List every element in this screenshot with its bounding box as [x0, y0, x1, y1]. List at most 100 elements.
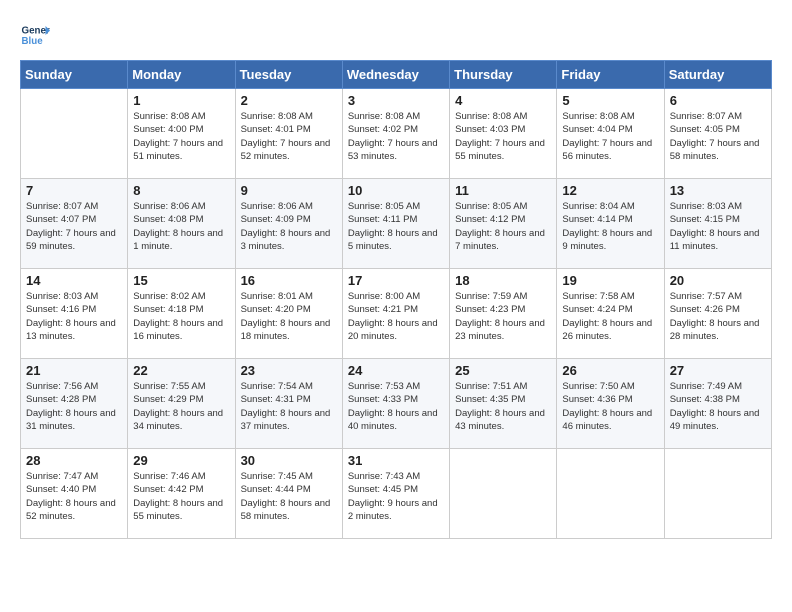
day-number: 12: [562, 183, 658, 198]
day-number: 7: [26, 183, 122, 198]
day-number: 25: [455, 363, 551, 378]
week-row-1: 1 Sunrise: 8:08 AM Sunset: 4:00 PM Dayli…: [21, 89, 772, 179]
day-number: 10: [348, 183, 444, 198]
day-cell: 2 Sunrise: 8:08 AM Sunset: 4:01 PM Dayli…: [235, 89, 342, 179]
day-number: 14: [26, 273, 122, 288]
day-cell: [21, 89, 128, 179]
day-cell: 19 Sunrise: 7:58 AM Sunset: 4:24 PM Dayl…: [557, 269, 664, 359]
logo-icon: General Blue: [20, 20, 50, 50]
day-info: Sunrise: 7:58 AM Sunset: 4:24 PM Dayligh…: [562, 290, 658, 343]
day-cell: 25 Sunrise: 7:51 AM Sunset: 4:35 PM Dayl…: [450, 359, 557, 449]
day-number: 13: [670, 183, 766, 198]
day-cell: 23 Sunrise: 7:54 AM Sunset: 4:31 PM Dayl…: [235, 359, 342, 449]
day-cell: 7 Sunrise: 8:07 AM Sunset: 4:07 PM Dayli…: [21, 179, 128, 269]
day-info: Sunrise: 7:49 AM Sunset: 4:38 PM Dayligh…: [670, 380, 766, 433]
day-cell: 30 Sunrise: 7:45 AM Sunset: 4:44 PM Dayl…: [235, 449, 342, 539]
day-cell: 8 Sunrise: 8:06 AM Sunset: 4:08 PM Dayli…: [128, 179, 235, 269]
day-number: 29: [133, 453, 229, 468]
column-header-wednesday: Wednesday: [342, 61, 449, 89]
day-info: Sunrise: 8:01 AM Sunset: 4:20 PM Dayligh…: [241, 290, 337, 343]
column-header-monday: Monday: [128, 61, 235, 89]
day-number: 19: [562, 273, 658, 288]
day-info: Sunrise: 8:08 AM Sunset: 4:04 PM Dayligh…: [562, 110, 658, 163]
day-info: Sunrise: 8:05 AM Sunset: 4:12 PM Dayligh…: [455, 200, 551, 253]
logo: General Blue: [20, 20, 50, 50]
day-info: Sunrise: 8:07 AM Sunset: 4:07 PM Dayligh…: [26, 200, 122, 253]
day-number: 30: [241, 453, 337, 468]
day-number: 3: [348, 93, 444, 108]
day-info: Sunrise: 8:00 AM Sunset: 4:21 PM Dayligh…: [348, 290, 444, 343]
day-cell: 17 Sunrise: 8:00 AM Sunset: 4:21 PM Dayl…: [342, 269, 449, 359]
day-cell: [557, 449, 664, 539]
column-header-friday: Friday: [557, 61, 664, 89]
day-cell: [664, 449, 771, 539]
day-cell: 13 Sunrise: 8:03 AM Sunset: 4:15 PM Dayl…: [664, 179, 771, 269]
day-number: 24: [348, 363, 444, 378]
day-number: 5: [562, 93, 658, 108]
day-info: Sunrise: 8:08 AM Sunset: 4:03 PM Dayligh…: [455, 110, 551, 163]
day-cell: 21 Sunrise: 7:56 AM Sunset: 4:28 PM Dayl…: [21, 359, 128, 449]
day-cell: 26 Sunrise: 7:50 AM Sunset: 4:36 PM Dayl…: [557, 359, 664, 449]
day-number: 8: [133, 183, 229, 198]
day-cell: [450, 449, 557, 539]
day-number: 27: [670, 363, 766, 378]
day-number: 2: [241, 93, 337, 108]
day-info: Sunrise: 8:08 AM Sunset: 4:01 PM Dayligh…: [241, 110, 337, 163]
day-cell: 6 Sunrise: 8:07 AM Sunset: 4:05 PM Dayli…: [664, 89, 771, 179]
column-header-sunday: Sunday: [21, 61, 128, 89]
day-info: Sunrise: 7:47 AM Sunset: 4:40 PM Dayligh…: [26, 470, 122, 523]
day-cell: 15 Sunrise: 8:02 AM Sunset: 4:18 PM Dayl…: [128, 269, 235, 359]
day-number: 28: [26, 453, 122, 468]
header-row: SundayMondayTuesdayWednesdayThursdayFrid…: [21, 61, 772, 89]
day-info: Sunrise: 8:03 AM Sunset: 4:15 PM Dayligh…: [670, 200, 766, 253]
day-info: Sunrise: 7:55 AM Sunset: 4:29 PM Dayligh…: [133, 380, 229, 433]
day-info: Sunrise: 8:04 AM Sunset: 4:14 PM Dayligh…: [562, 200, 658, 253]
day-cell: 14 Sunrise: 8:03 AM Sunset: 4:16 PM Dayl…: [21, 269, 128, 359]
day-number: 18: [455, 273, 551, 288]
column-header-thursday: Thursday: [450, 61, 557, 89]
day-info: Sunrise: 7:59 AM Sunset: 4:23 PM Dayligh…: [455, 290, 551, 343]
day-cell: 22 Sunrise: 7:55 AM Sunset: 4:29 PM Dayl…: [128, 359, 235, 449]
week-row-5: 28 Sunrise: 7:47 AM Sunset: 4:40 PM Dayl…: [21, 449, 772, 539]
day-info: Sunrise: 7:56 AM Sunset: 4:28 PM Dayligh…: [26, 380, 122, 433]
week-row-3: 14 Sunrise: 8:03 AM Sunset: 4:16 PM Dayl…: [21, 269, 772, 359]
day-cell: 1 Sunrise: 8:08 AM Sunset: 4:00 PM Dayli…: [128, 89, 235, 179]
week-row-2: 7 Sunrise: 8:07 AM Sunset: 4:07 PM Dayli…: [21, 179, 772, 269]
day-info: Sunrise: 8:03 AM Sunset: 4:16 PM Dayligh…: [26, 290, 122, 343]
day-number: 17: [348, 273, 444, 288]
day-info: Sunrise: 7:50 AM Sunset: 4:36 PM Dayligh…: [562, 380, 658, 433]
day-number: 6: [670, 93, 766, 108]
day-info: Sunrise: 7:45 AM Sunset: 4:44 PM Dayligh…: [241, 470, 337, 523]
day-cell: 9 Sunrise: 8:06 AM Sunset: 4:09 PM Dayli…: [235, 179, 342, 269]
day-number: 9: [241, 183, 337, 198]
day-cell: 3 Sunrise: 8:08 AM Sunset: 4:02 PM Dayli…: [342, 89, 449, 179]
day-info: Sunrise: 7:51 AM Sunset: 4:35 PM Dayligh…: [455, 380, 551, 433]
day-cell: 11 Sunrise: 8:05 AM Sunset: 4:12 PM Dayl…: [450, 179, 557, 269]
day-number: 21: [26, 363, 122, 378]
day-number: 4: [455, 93, 551, 108]
column-header-tuesday: Tuesday: [235, 61, 342, 89]
day-cell: 10 Sunrise: 8:05 AM Sunset: 4:11 PM Dayl…: [342, 179, 449, 269]
day-number: 23: [241, 363, 337, 378]
day-info: Sunrise: 7:54 AM Sunset: 4:31 PM Dayligh…: [241, 380, 337, 433]
day-info: Sunrise: 8:08 AM Sunset: 4:00 PM Dayligh…: [133, 110, 229, 163]
day-cell: 29 Sunrise: 7:46 AM Sunset: 4:42 PM Dayl…: [128, 449, 235, 539]
day-info: Sunrise: 7:46 AM Sunset: 4:42 PM Dayligh…: [133, 470, 229, 523]
day-info: Sunrise: 8:06 AM Sunset: 4:08 PM Dayligh…: [133, 200, 229, 253]
page-header: General Blue: [20, 20, 772, 50]
day-cell: 4 Sunrise: 8:08 AM Sunset: 4:03 PM Dayli…: [450, 89, 557, 179]
day-cell: 20 Sunrise: 7:57 AM Sunset: 4:26 PM Dayl…: [664, 269, 771, 359]
day-number: 20: [670, 273, 766, 288]
day-number: 31: [348, 453, 444, 468]
day-cell: 27 Sunrise: 7:49 AM Sunset: 4:38 PM Dayl…: [664, 359, 771, 449]
day-info: Sunrise: 8:05 AM Sunset: 4:11 PM Dayligh…: [348, 200, 444, 253]
day-cell: 24 Sunrise: 7:53 AM Sunset: 4:33 PM Dayl…: [342, 359, 449, 449]
day-cell: 12 Sunrise: 8:04 AM Sunset: 4:14 PM Dayl…: [557, 179, 664, 269]
day-number: 15: [133, 273, 229, 288]
day-info: Sunrise: 8:06 AM Sunset: 4:09 PM Dayligh…: [241, 200, 337, 253]
day-info: Sunrise: 7:57 AM Sunset: 4:26 PM Dayligh…: [670, 290, 766, 343]
day-number: 22: [133, 363, 229, 378]
day-info: Sunrise: 8:02 AM Sunset: 4:18 PM Dayligh…: [133, 290, 229, 343]
day-cell: 18 Sunrise: 7:59 AM Sunset: 4:23 PM Dayl…: [450, 269, 557, 359]
day-info: Sunrise: 8:08 AM Sunset: 4:02 PM Dayligh…: [348, 110, 444, 163]
